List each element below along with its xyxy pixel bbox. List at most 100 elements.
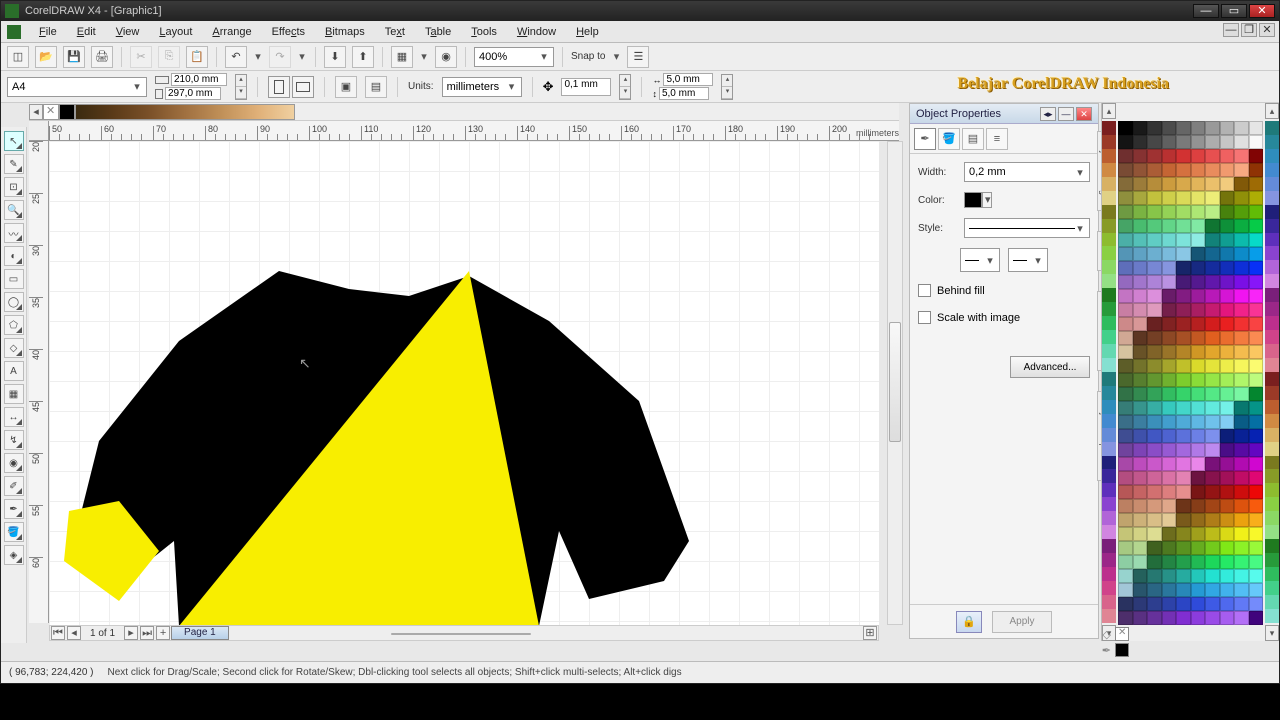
window-close-button[interactable]: ✕ [1249,4,1275,18]
menu-help[interactable]: Help [568,24,607,40]
redo-button[interactable]: ↷ [269,46,291,68]
ruler-horizontal[interactable]: 5060708090100110120130140150160170180190… [29,121,899,141]
outline-width-select[interactable]: 0,2 mm ▾ [964,162,1090,182]
outline-color-swatch[interactable] [964,192,982,208]
docker-expand-button[interactable]: ◂▸ [1040,107,1056,121]
navigator-button[interactable]: ⊞ [863,626,877,640]
ruler-vertical[interactable]: 202530354045505560 [29,141,49,623]
palette-column-2[interactable] [1265,121,1279,623]
landscape-button[interactable] [292,76,314,98]
lock-button[interactable]: 🔒 [956,611,982,633]
eyedropper-tool[interactable]: ✐ [4,476,24,496]
text-tool[interactable]: A [4,361,24,381]
polygon-tool[interactable]: ⬠ [4,315,24,335]
menu-edit[interactable]: Edit [69,24,104,40]
save-button[interactable]: 💾 [63,46,85,68]
next-page-button[interactable]: ▸ [124,626,138,640]
palette-col2-up[interactable]: ▴ [1265,103,1279,119]
prev-page-button[interactable]: ◂ [67,626,81,640]
status-fill-swatch[interactable] [1115,627,1129,641]
minimize-button[interactable]: — [1193,4,1219,18]
zoom-select[interactable]: 400% ▾ [474,47,554,67]
color-dropdown-icon[interactable]: ▾ [982,192,992,208]
print-button[interactable]: 🖨 [91,46,113,68]
doc-close-button[interactable]: ✕ [1259,23,1275,37]
last-page-button[interactable]: ⏭ [140,626,154,640]
palette-no-fill[interactable] [43,104,59,120]
docker-tab-fill[interactable]: 🪣 [938,128,960,150]
menu-tools[interactable]: Tools [463,24,505,40]
menu-table[interactable]: Table [417,24,459,40]
palette-col2-down[interactable]: ▾ [1265,625,1279,641]
docker-tab-text[interactable]: ▤ [962,128,984,150]
units-select[interactable]: millimeters ▾ [442,77,522,97]
advanced-button[interactable]: Advanced... [1010,356,1090,378]
palette-left-button[interactable]: ◂ [29,104,43,120]
options-button[interactable]: ☰ [627,46,649,68]
app-launcher-dropdown[interactable]: ▾ [419,50,429,63]
zoom-tool[interactable]: 🔍 [4,200,24,220]
palette-column-1[interactable] [1102,121,1116,623]
add-page-button[interactable]: + [156,626,170,640]
fill-tool[interactable]: 🪣 [4,522,24,542]
portrait-button[interactable] [268,76,290,98]
vertical-scroll-thumb[interactable] [889,322,901,442]
apply-button[interactable]: Apply [992,611,1052,633]
page-layout-button[interactable]: ▣ [335,76,357,98]
dimension-tool[interactable]: ↔ [4,407,24,427]
menu-effects[interactable]: Effects [264,24,313,40]
paper-size-select[interactable]: A4 ▾ [7,77,147,97]
copy-button[interactable]: ⎘ [158,46,180,68]
crop-tool[interactable]: ⊡ [4,177,24,197]
outline-tool[interactable]: ✒ [4,499,24,519]
doc-minimize-button[interactable]: — [1223,23,1239,37]
scale-with-image-checkbox[interactable] [918,311,931,324]
undo-dropdown[interactable]: ▾ [253,50,263,63]
status-outline-swatch[interactable] [1115,643,1129,657]
first-page-button[interactable]: ⏮ [51,626,65,640]
shape-tool[interactable]: ✎ [4,154,24,174]
canvas[interactable]: ↖ [49,141,879,625]
menu-file[interactable]: File [31,24,65,40]
app-menu-icon[interactable] [7,25,21,39]
connector-tool[interactable]: ↯ [4,430,24,450]
app-launcher-button[interactable]: ▦ [391,46,413,68]
pick-tool[interactable]: ↖ [4,131,24,151]
palette-swatches[interactable] [75,104,295,120]
redo-dropdown[interactable]: ▾ [297,50,307,63]
horizontal-scroll-thumb[interactable] [391,633,531,635]
maximize-button[interactable]: ▭ [1221,4,1247,18]
cut-button[interactable]: ✂ [130,46,152,68]
menu-arrange[interactable]: Arrange [204,24,259,40]
docker-titlebar[interactable]: Object Properties ◂▸ — ✕ [910,104,1098,124]
rectangle-tool[interactable]: ▭ [4,269,24,289]
interactive-blend-tool[interactable]: ◉ [4,453,24,473]
undo-button[interactable]: ↶ [225,46,247,68]
page-height-input[interactable]: 297,0 mm [165,87,221,100]
nudge-spinner[interactable]: ▴▾ [619,74,631,100]
behind-fill-checkbox[interactable] [918,284,931,297]
doc-restore-button[interactable]: ❐ [1241,23,1257,37]
docker-collapse-button[interactable]: — [1058,107,1074,121]
menu-window[interactable]: Window [509,24,564,40]
menu-view[interactable]: View [108,24,148,40]
page-width-input[interactable]: 210,0 mm [171,73,227,86]
outline-style-select[interactable]: ▾ [964,218,1090,238]
start-arrowhead-select[interactable]: ▾ [960,248,1000,272]
page-presets-button[interactable]: ▤ [365,76,387,98]
paste-button[interactable]: 📋 [186,46,208,68]
basic-shapes-tool[interactable]: ◇ [4,338,24,358]
smart-fill-tool[interactable]: ◐ [4,246,24,266]
ellipse-tool[interactable]: ◯ [4,292,24,312]
page-tab[interactable]: Page 1 [171,626,229,640]
nudge-input[interactable]: 0,1 mm [561,78,611,96]
table-tool[interactable]: ▦ [4,384,24,404]
end-arrowhead-select[interactable]: ▾ [1008,248,1048,272]
snap-dropdown[interactable]: ▾ [611,50,621,63]
menu-text[interactable]: Text [377,24,413,40]
dup-x-input[interactable]: 5,0 mm [663,73,713,86]
welcome-button[interactable]: ◉ [435,46,457,68]
palette-grid[interactable] [1118,121,1263,623]
docker-tab-internet[interactable]: ≡ [986,128,1008,150]
export-button[interactable]: ⬆ [352,46,374,68]
